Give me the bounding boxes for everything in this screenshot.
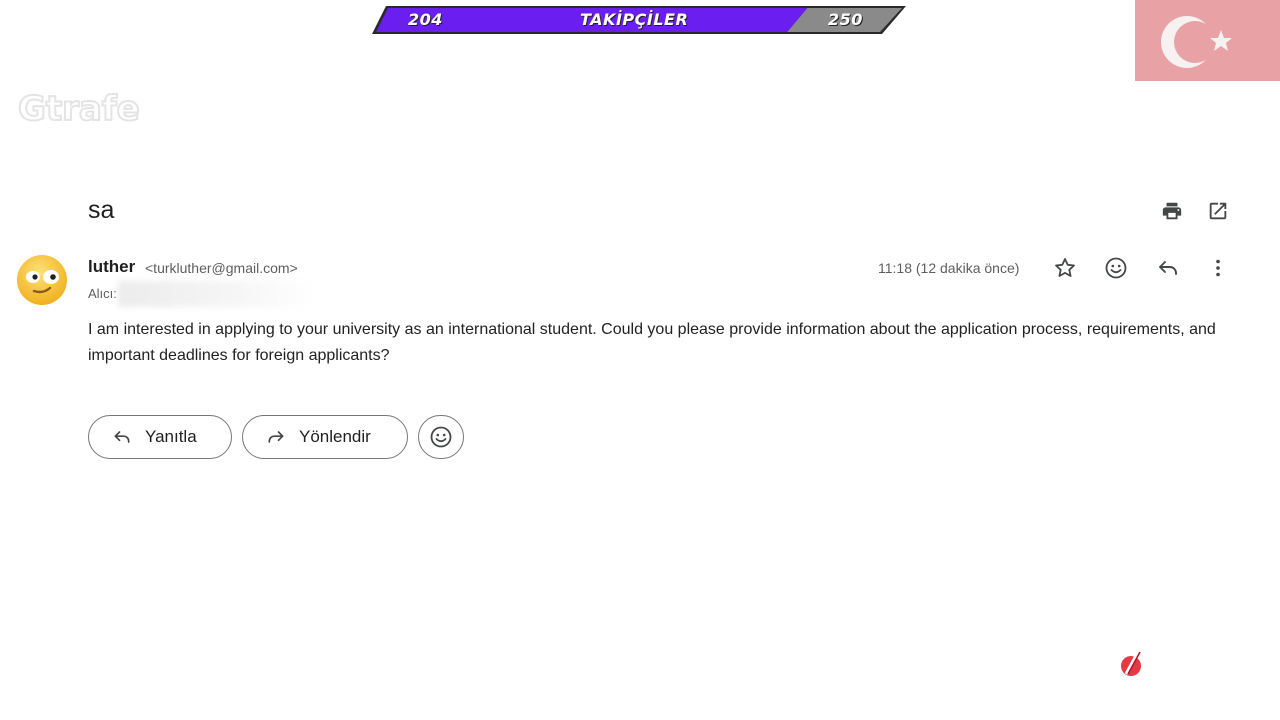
turkish-flag-image [1135,0,1280,81]
sender-email: <turkluther@gmail.com> [145,260,298,276]
reply-button-label: Yanıtla [145,427,197,446]
emoji-reaction-button[interactable] [418,415,464,459]
print-icon[interactable] [1160,199,1184,223]
recipient-blurred [118,281,318,307]
reply-icon[interactable] [1155,255,1181,281]
emoji-icon[interactable] [1103,255,1129,281]
more-vert-icon[interactable] [1205,255,1231,281]
reply-button[interactable]: Yanıtla [88,415,232,459]
svg-text:Gtrafe: Gtrafe [18,89,140,129]
forward-icon [265,426,287,448]
email-subject: sa [88,196,115,224]
sender-avatar [16,254,68,306]
emoji-icon [429,425,453,449]
follower-goal-bar: 204 TAKİPÇİLER 250 [372,6,906,34]
channel-logo-watermark: Gtrafe [16,80,141,136]
open-in-new-icon[interactable] [1206,199,1230,223]
recipient-label: Alıcı: [88,286,117,301]
sender-name: luther [88,257,136,276]
star-icon[interactable] [1052,255,1078,281]
forward-button[interactable]: Yönlendir [242,415,408,459]
followers-current: 204 [408,10,443,29]
email-timestamp: 11:18 (12 dakika önce) [878,260,1020,276]
forward-button-label: Yönlendir [299,427,371,446]
followers-goal: 250 [828,10,863,29]
email-body: I am interested in applying to your univ… [88,321,1216,364]
reply-icon [111,426,133,448]
followers-title: TAKİPÇİLER [580,10,689,29]
corner-logo-icon [1118,648,1146,678]
